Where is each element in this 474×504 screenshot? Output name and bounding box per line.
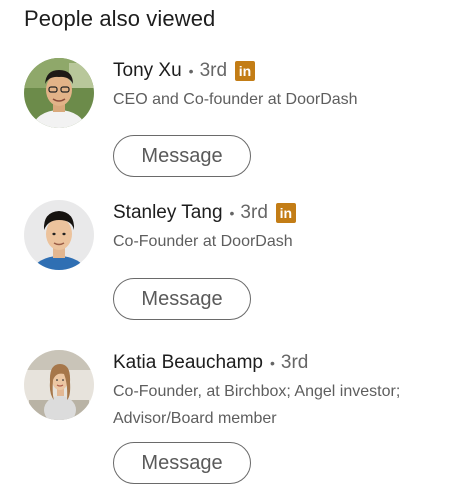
section-title: People also viewed [24,6,216,31]
person-name[interactable]: Tony Xu [113,58,182,84]
connection-degree: 3rd [199,60,228,81]
person-headline: Co-Founder, at Birchbox; Angel investor;… [113,383,401,427]
avatar[interactable] [24,350,94,420]
person-headline: CEO and Co-founder at DoorDash [113,91,358,108]
person-name[interactable]: Katia Beauchamp [113,350,263,376]
avatar[interactable] [24,200,94,270]
message-button[interactable]: Message [113,278,251,320]
separator-dot: • [229,205,235,221]
separator-dot: • [188,63,194,79]
avatar[interactable] [24,58,94,128]
connection-degree: 3rd [240,202,268,223]
person-name[interactable]: Stanley Tang [113,200,223,226]
person-headline: Co-Founder at DoorDash [113,233,293,250]
message-button[interactable]: Message [113,135,251,177]
connection-degree: 3rd [280,352,309,373]
message-button[interactable]: Message [113,442,251,484]
separator-dot: • [270,355,275,371]
linkedin-premium-icon: in [275,203,296,223]
linkedin-premium-icon: in [235,61,256,81]
